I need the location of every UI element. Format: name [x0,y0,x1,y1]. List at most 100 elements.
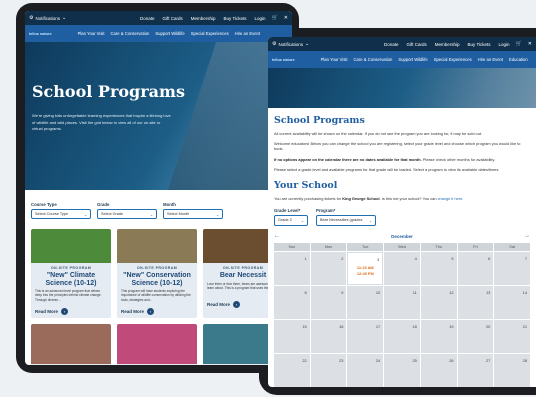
utility-bar: ⚙ Notifications ⌄ Donate Gift Cards Member… [25,11,292,25]
prev-month-button[interactable]: ← [274,233,280,239]
program-card[interactable]: ON-SITE PROGRAM "New" Climate Science (10… [31,229,111,318]
time-slot[interactable]: 12:45 PM [348,271,382,277]
calendar-day: 24 [347,354,384,387]
day-number: 17 [375,324,381,330]
calendar-day: 14 [494,286,530,320]
utility-link[interactable]: Membership [435,42,460,47]
notifications-toggle[interactable]: ⚙ Notifications ⌄ [29,15,66,21]
filter-select[interactable]: Select Month ⌄ [163,209,223,219]
day-number: 3 [376,257,380,263]
arrow-right-icon: › [61,308,69,315]
arrow-right-icon: › [233,300,241,308]
grade-field: Grade Level* Grade 3 ⌄ [274,208,308,227]
nav-item[interactable]: Care & Conservation [111,31,150,36]
day-number: 28 [522,358,527,364]
calendar-day: 10 [347,286,384,320]
day-number: 25 [412,358,417,364]
program-card[interactable]: ON-SITE PROGRAMBiodiversity (9) [31,324,111,365]
nav-item[interactable]: Special Experiences [191,31,229,36]
utility-links: Donate Gift Cards Membership Buy Tickets Log… [140,16,266,21]
calendar-day: 5 [420,252,457,286]
nav-item[interactable]: Plan Your Visit [78,31,105,36]
day-number: 14 [522,290,527,296]
nav-item[interactable]: Hire an Event [478,57,503,62]
filter-label: Course Type [31,202,57,207]
hero-image [268,68,536,108]
program-description: This program will have students explorin… [121,289,191,302]
chevron-down-icon: ⌄ [83,213,87,217]
change-school-link[interactable]: change it here [438,196,463,201]
calendar-day: 27 [457,354,494,387]
day-number: 27 [485,358,491,364]
day-number: 24 [375,358,381,364]
cart-icon[interactable]: 🛒 [272,15,278,21]
day-of-week: Thu [420,243,457,252]
nav-item[interactable]: Care & Conservation [354,57,393,62]
next-month-button[interactable]: → [524,233,530,239]
day-of-week: Wed [384,243,420,252]
calendar-day: 19 [420,320,457,354]
utility-link[interactable]: Login [255,16,266,21]
hero-text: We're giving kids unforgettable learning… [32,113,171,131]
utility-links: Donate Gift Cards Membership Buy Tickets Log… [384,42,510,47]
calendar-day: 2 [310,252,347,286]
day-of-week: Tue [347,243,384,252]
calendar-day: 9 [310,286,347,320]
utility-link[interactable]: Donate [384,42,399,47]
filter-label: Grade [97,202,110,207]
day-number: 23 [339,358,344,364]
calendar-day: 18 [384,320,420,354]
day-number: 5 [451,256,454,262]
utility-link[interactable]: Donate [140,16,155,21]
chevron-down-icon: ⌄ [215,213,219,217]
day-of-week: Sat [494,243,530,252]
program-description: This is an advanced-level program that d… [35,289,102,302]
cart-icon[interactable]: 🛒 [516,41,522,47]
day-number: 8 [304,290,307,296]
day-number: 26 [449,358,454,364]
nav-item[interactable]: Education [509,57,528,62]
time-slots: 11:15 AM 12:45 PM [348,265,382,276]
utility-link[interactable]: Buy Tickets [224,16,247,21]
filter-select[interactable]: Select Grade ⌄ [97,209,157,219]
utility-link[interactable]: Membership [191,16,216,21]
back-screen: ⚙ Notifications ⌄ Donate Gift Cards Member… [25,11,292,365]
calendar-grid: Sun Mon Tue Wed Thu Fri Sat 1 2 3 11:15 AM 12:45 PM… [274,243,530,387]
nav-item[interactable]: Support Wildlife [398,57,427,62]
read-more-link[interactable]: Read More › [121,308,193,315]
site-logo[interactable]: tellus nature [29,32,52,36]
nav-item[interactable]: Special Experiences [434,57,472,62]
program-select[interactable]: Bear Necessities (grades ⌄ [316,215,376,227]
nav-item[interactable]: Hire an Event [235,31,260,36]
read-more-link[interactable]: Read More › [35,308,107,315]
utility-link[interactable]: Gift Cards [163,16,183,21]
program-card[interactable]: ON-SITE PROGRAMBiology 30: [117,324,197,365]
site-logo[interactable]: tellus nature [272,58,295,62]
hero-banner: School Programs We're giving kids unforg… [25,42,292,190]
section-heading-school-programs: School Programs [274,115,365,126]
filter-select[interactable]: Select Course Type ⌄ [31,209,91,219]
program-type: ON-SITE PROGRAM [136,266,178,270]
notifications-toggle[interactable]: ⚙ Notifications ⌄ [272,41,309,47]
nav-item[interactable]: Support Wildlife [155,31,184,36]
day-number: 16 [339,324,344,330]
calendar-day-available[interactable]: 3 11:15 AM 12:45 PM [347,252,384,286]
day-of-week: Mon [310,243,347,252]
utility-link[interactable]: Gift Cards [407,42,427,47]
close-icon[interactable]: ✕ [284,15,288,21]
calendar-day: 4 [384,252,420,286]
bell-icon: ⚙ [272,41,277,47]
calendar-day: 6 [457,252,494,286]
school-info: You are currently purchasing tickets for… [274,196,464,202]
utility-link[interactable]: Buy Tickets [468,42,491,47]
day-number: 22 [302,358,307,364]
calendar-day: 7 [494,252,530,286]
nav-item[interactable]: Plan Your Visit [321,57,348,62]
calendar-day: 16 [310,320,347,354]
grade-select[interactable]: Grade 3 ⌄ [274,215,308,227]
program-card[interactable]: ON-SITE PROGRAM "New" Conservation Scienc… [117,229,197,318]
close-icon[interactable]: ✕ [528,41,532,47]
program-image [31,324,111,364]
chevron-down-icon: ⌄ [149,213,153,217]
utility-link[interactable]: Login [499,42,510,47]
